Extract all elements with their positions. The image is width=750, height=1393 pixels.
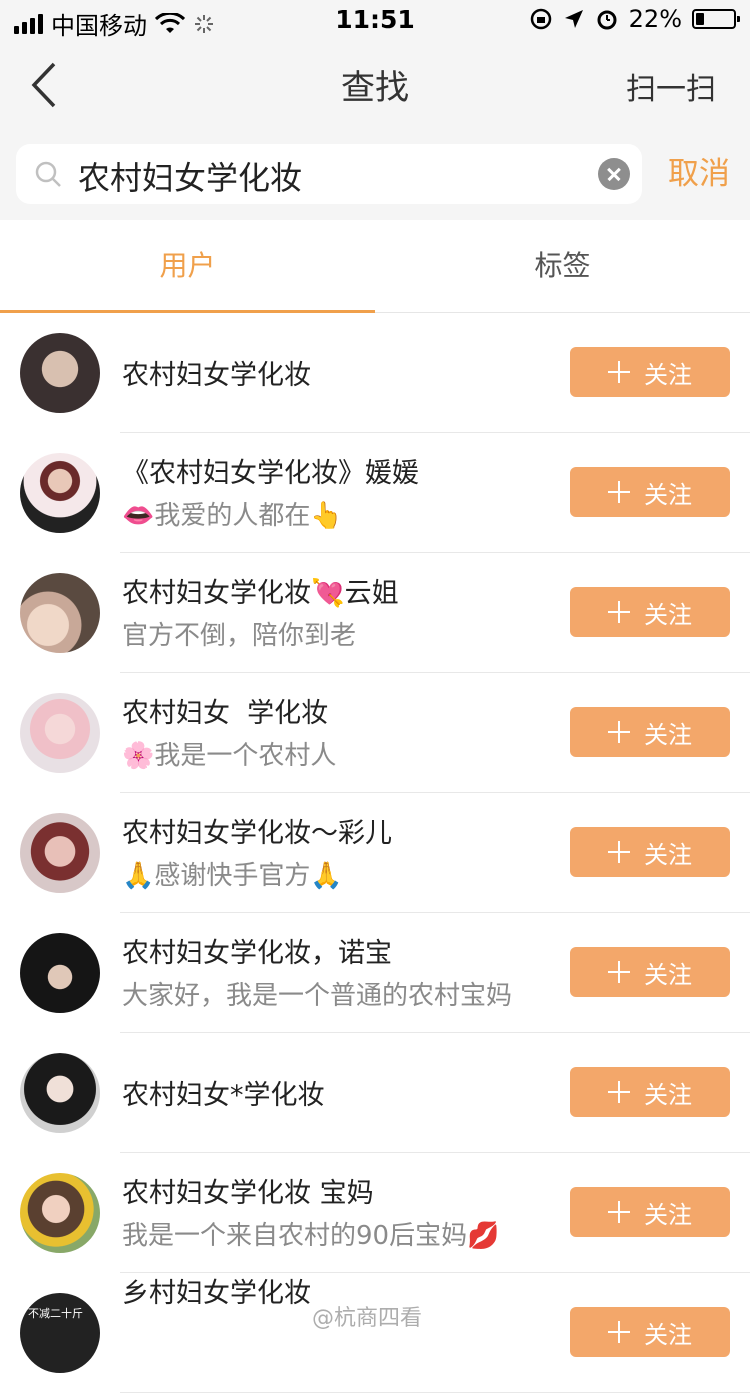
list-item[interactable]: 农村妇女*学化妆 关注 xyxy=(0,1033,750,1153)
plus-icon xyxy=(608,841,630,863)
list-item[interactable]: 农村妇女学化妆 宝妈 我是一个来自农村的90后宝妈💋 关注 xyxy=(0,1153,750,1273)
user-name: 乡村妇女学化妆 xyxy=(122,1278,311,1309)
cancel-button[interactable]: 取消 xyxy=(668,148,730,193)
plus-icon xyxy=(608,481,630,503)
follow-label: 关注 xyxy=(644,960,692,989)
tab-tags[interactable]: 标签 xyxy=(375,220,750,312)
avatar[interactable] xyxy=(20,453,100,533)
user-name: 农村妇女学化妆～彩儿 xyxy=(122,818,392,849)
search-bar: 农村妇女学化妆 取消 xyxy=(0,130,750,220)
user-name: 农村妇女学化妆 宝妈 xyxy=(122,1178,374,1209)
clear-icon[interactable] xyxy=(598,158,630,190)
status-right: 22% xyxy=(529,5,740,33)
avatar[interactable] xyxy=(20,813,100,893)
follow-button[interactable]: 关注 xyxy=(570,467,730,517)
avatar[interactable] xyxy=(20,573,100,653)
follow-button[interactable]: 关注 xyxy=(570,707,730,757)
plus-icon xyxy=(608,601,630,623)
search-icon xyxy=(35,161,61,187)
user-bio: 我是一个来自农村的90后宝妈💋 xyxy=(122,1221,500,1251)
nav-bar: 查找 扫一扫 xyxy=(0,40,750,130)
plus-icon xyxy=(608,361,630,383)
list-item[interactable]: 农村妇女学化妆 关注 xyxy=(0,313,750,433)
user-name: 农村妇女学化妆，诺宝 xyxy=(122,938,392,969)
avatar[interactable] xyxy=(20,1173,100,1253)
search-input[interactable]: 农村妇女学化妆 xyxy=(16,144,642,204)
plus-icon xyxy=(608,1321,630,1343)
follow-button[interactable]: 关注 xyxy=(570,1067,730,1117)
follow-label: 关注 xyxy=(644,1080,692,1109)
follow-label: 关注 xyxy=(644,1320,692,1349)
user-name: 农村妇女*学化妆 xyxy=(122,1080,325,1111)
follow-button[interactable]: 关注 xyxy=(570,1307,730,1357)
avatar[interactable] xyxy=(20,933,100,1013)
follow-button[interactable]: 关注 xyxy=(570,1187,730,1237)
status-bar: 中国移动 11:51 22% xyxy=(0,0,750,40)
user-bio: 🌸我是一个农村人 xyxy=(122,741,337,771)
list-item[interactable]: 农村妇女学化妆～彩儿 🙏感谢快手官方🙏 关注 xyxy=(0,793,750,913)
follow-button[interactable]: 关注 xyxy=(570,587,730,637)
follow-label: 关注 xyxy=(644,480,692,509)
plus-icon xyxy=(608,721,630,743)
user-bio: 大家好，我是一个普通的农村宝妈 xyxy=(122,981,513,1011)
follow-label: 关注 xyxy=(644,600,692,629)
avatar[interactable]: 不减二十斤 xyxy=(20,1293,100,1373)
user-name: 农村妇女学化妆💘云姐 xyxy=(122,578,399,609)
alarm-icon xyxy=(597,10,617,30)
list-item[interactable]: 农村妇女学化妆，诺宝 大家好，我是一个普通的农村宝妈 关注 xyxy=(0,913,750,1033)
follow-label: 关注 xyxy=(644,1200,692,1229)
user-name: 《农村妇女学化妆》媛媛 xyxy=(122,458,419,489)
plus-icon xyxy=(608,1201,630,1223)
list-item[interactable]: 农村妇女学化妆💘云姐 官方不倒，陪你到老 关注 xyxy=(0,553,750,673)
user-name: 农村妇女学化妆 xyxy=(122,360,311,391)
avatar-badge-text: 不减二十斤 xyxy=(28,1307,83,1320)
user-list: 农村妇女学化妆 关注 《农村妇女学化妆》媛媛 👄我爱的人都在👆 关注 农村妇女学… xyxy=(0,313,750,1393)
search-query[interactable]: 农村妇女学化妆 xyxy=(78,153,302,199)
follow-label: 关注 xyxy=(644,840,692,869)
battery-icon xyxy=(692,9,740,29)
tab-bar: 用户 标签 xyxy=(0,220,750,313)
user-name: 农村妇女 学化妆 xyxy=(122,698,329,729)
follow-button[interactable]: 关注 xyxy=(570,947,730,997)
avatar[interactable] xyxy=(20,1053,100,1133)
user-bio: 🙏感谢快手官方🙏 xyxy=(122,861,343,891)
list-item[interactable]: 农村妇女 学化妆 🌸我是一个农村人 关注 xyxy=(0,673,750,793)
plus-icon xyxy=(608,961,630,983)
location-icon xyxy=(564,10,583,28)
scan-button[interactable]: 扫一扫 xyxy=(626,64,716,108)
rotation-lock-icon xyxy=(530,8,551,30)
user-bio: 👄我爱的人都在👆 xyxy=(122,501,343,531)
list-item[interactable]: 不减二十斤 乡村妇女学化妆 关注 xyxy=(0,1273,750,1393)
avatar[interactable] xyxy=(20,333,100,413)
battery-percent: 22% xyxy=(628,5,682,33)
avatar[interactable] xyxy=(20,693,100,773)
follow-button[interactable]: 关注 xyxy=(570,347,730,397)
tab-users[interactable]: 用户 xyxy=(0,220,375,312)
follow-label: 关注 xyxy=(644,720,692,749)
plus-icon xyxy=(608,1081,630,1103)
follow-button[interactable]: 关注 xyxy=(570,827,730,877)
follow-label: 关注 xyxy=(644,360,692,389)
watermark: @杭商四看 xyxy=(312,1306,423,1331)
user-bio: 官方不倒，陪你到老 xyxy=(122,621,357,651)
list-item[interactable]: 《农村妇女学化妆》媛媛 👄我爱的人都在👆 关注 xyxy=(0,433,750,553)
